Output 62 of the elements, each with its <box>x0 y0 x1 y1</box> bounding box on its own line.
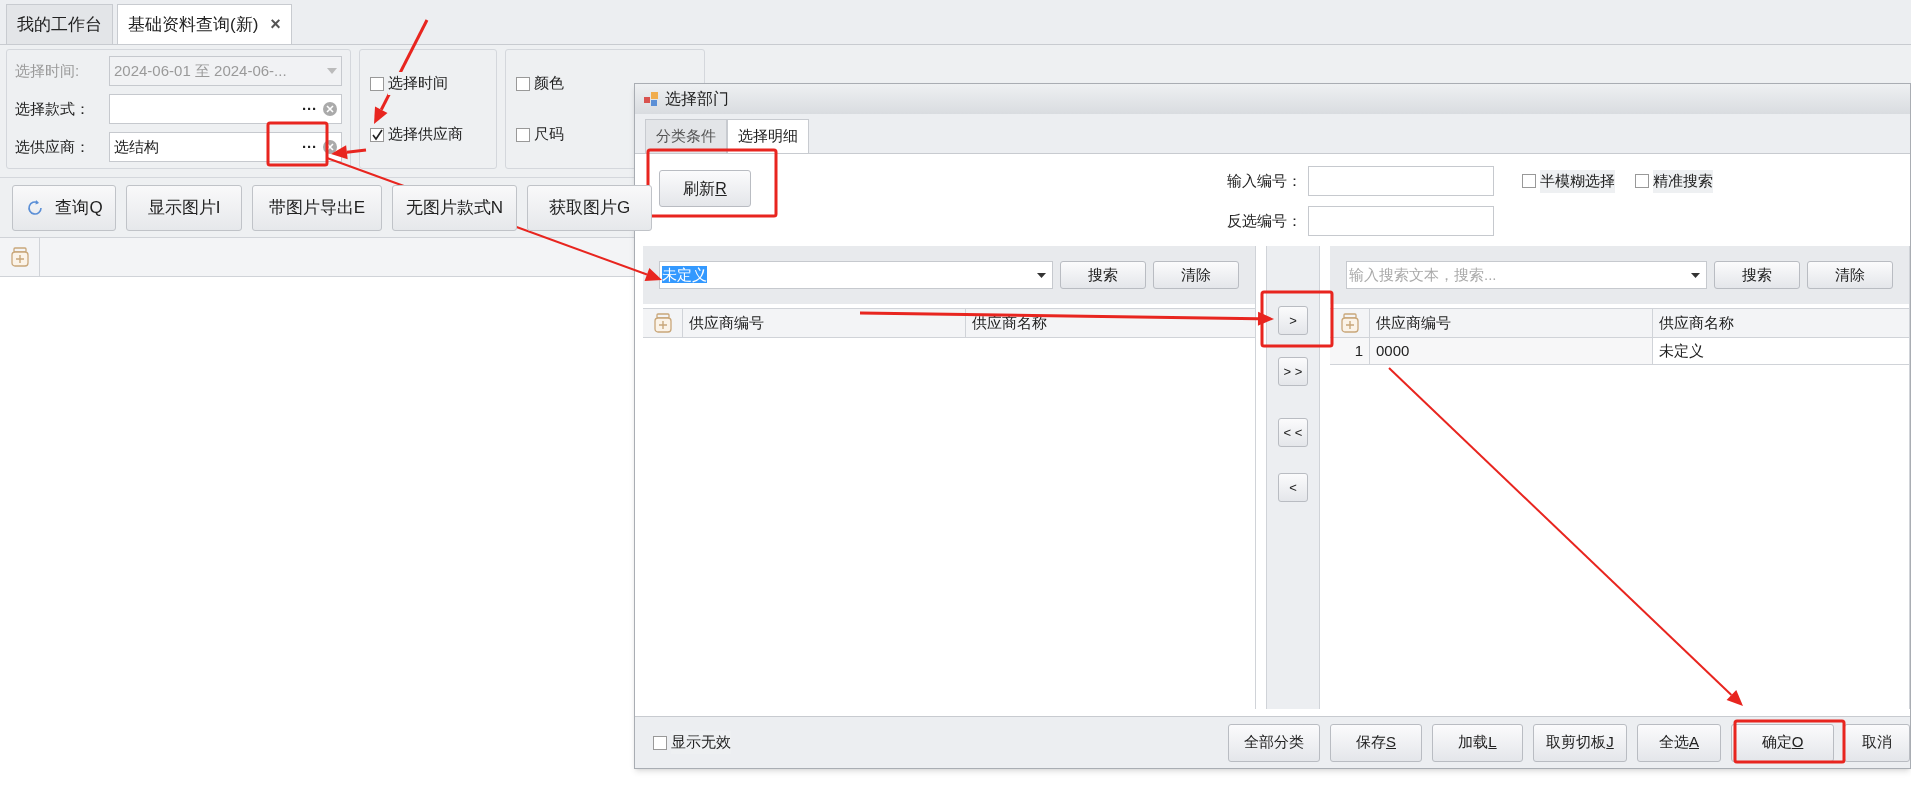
toolbar-button[interactable]: 获取图片G <box>527 184 652 231</box>
checkbox-label: 选择时间 <box>388 72 448 95</box>
add-row-icon[interactable] <box>653 313 672 333</box>
close-icon[interactable]: × <box>270 11 281 38</box>
input-field[interactable] <box>1308 166 1494 196</box>
tab[interactable]: 我的工作台 <box>6 4 113 44</box>
column-header[interactable]: 供应商名称 <box>1653 309 1909 337</box>
dialog-button[interactable]: 加载L <box>1432 723 1523 762</box>
toolbar-button[interactable]: 无图片款式N <box>392 184 517 231</box>
dialog-button[interactable]: 全部分类 <box>1228 723 1320 762</box>
field-label: 反选编号： <box>1226 210 1302 231</box>
transfer-button[interactable]: > > <box>1278 357 1308 386</box>
checkbox-label: 半模糊选择 <box>1540 170 1615 193</box>
field-label: 输入编号： <box>1226 170 1302 191</box>
toolbar-button[interactable]: 显示图片I <box>126 184 242 231</box>
column-header[interactable]: 供应商名称 <box>966 309 1255 337</box>
checkbox[interactable] <box>653 735 667 750</box>
browse-button[interactable]: ··· <box>302 135 317 159</box>
checkbox[interactable] <box>1522 174 1536 189</box>
transfer-button[interactable]: > <box>1278 306 1308 335</box>
checkbox-label: 精准搜索 <box>1653 170 1713 193</box>
field-label: 选供应商： <box>15 136 91 157</box>
checkbox[interactable] <box>1635 174 1649 189</box>
search-option-button[interactable]: 清除 <box>1807 261 1893 289</box>
row-number: 1 <box>1330 338 1370 364</box>
tab[interactable]: 基础资料查询(新) × <box>117 4 292 44</box>
clear-icon[interactable] <box>323 140 337 154</box>
column-header[interactable]: 供应商编号 <box>1370 309 1653 337</box>
checkbox[interactable] <box>516 76 530 91</box>
add-row-icon[interactable] <box>1340 313 1359 333</box>
dialog-button[interactable]: 取消 <box>1844 723 1910 762</box>
app-icon <box>643 91 659 107</box>
field-label: 选择款式： <box>15 98 91 119</box>
add-row-icon[interactable] <box>10 247 29 267</box>
tab[interactable]: 选择明细 <box>727 119 809 153</box>
browse-button[interactable]: ··· <box>302 97 317 121</box>
clear-icon[interactable] <box>323 102 337 116</box>
dropdown-icon[interactable] <box>1037 272 1046 278</box>
checkbox[interactable] <box>370 127 384 142</box>
dialog-button[interactable]: 确定O <box>1731 723 1834 762</box>
dialog-button[interactable]: 取剪切板J <box>1533 723 1627 762</box>
transfer-button[interactable]: < <box>1278 473 1308 502</box>
toolbar-button[interactable]: 查询Q <box>12 184 116 231</box>
checkbox[interactable] <box>370 76 384 91</box>
search-option-button[interactable]: 搜索 <box>1060 261 1146 289</box>
search-option-button[interactable]: 清除 <box>1153 261 1239 289</box>
transfer-button[interactable]: < < <box>1278 418 1308 447</box>
dialog-title: 选择部门 <box>665 89 729 109</box>
dialog-button[interactable]: 全选A <box>1637 723 1721 762</box>
checkbox[interactable] <box>516 127 530 142</box>
dropdown-icon[interactable] <box>1691 272 1700 278</box>
table-cell: 未定义 <box>1653 338 1909 364</box>
field-label: 选择时间: <box>15 60 81 81</box>
lookup-field[interactable]: ··· <box>109 94 342 124</box>
dialog-button[interactable]: 保存S <box>1330 723 1422 762</box>
highlight-frame <box>266 121 329 167</box>
search-option-button[interactable]: 搜索 <box>1714 261 1800 289</box>
toolbar-button[interactable]: 带图片导出E <box>252 184 382 231</box>
lookup-field[interactable]: 选结构 ··· <box>109 132 342 162</box>
refresh-button[interactable]: 刷新R <box>659 170 751 207</box>
column-header[interactable]: 供应商编号 <box>683 309 966 337</box>
input-field[interactable] <box>1308 206 1494 236</box>
